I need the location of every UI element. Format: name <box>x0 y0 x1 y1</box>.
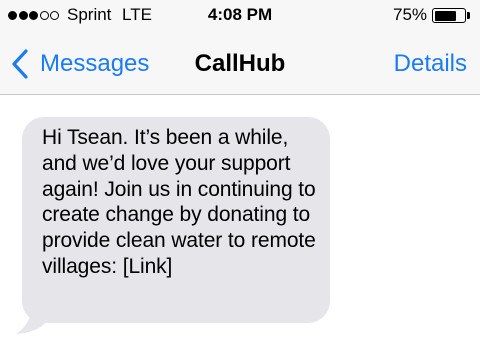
navigation-bar: Messages CallHub Details <box>0 32 480 95</box>
status-bar: Sprint LTE 4:08 PM 75% <box>0 0 480 32</box>
chevron-left-icon <box>12 49 28 79</box>
messages-screen: Sprint LTE 4:08 PM 75% Messages CallHub … <box>0 0 480 355</box>
incoming-message-bubble[interactable]: Hi Tsean. It’s been a while, and we’d lo… <box>22 117 330 323</box>
back-to-messages-button[interactable]: Messages <box>10 46 149 82</box>
battery-icon <box>432 8 466 23</box>
battery-terminal <box>467 12 470 19</box>
battery-level <box>434 10 456 21</box>
back-button-label: Messages <box>40 50 150 77</box>
message-thread: Hi Tsean. It’s been a while, and we’d lo… <box>0 96 480 355</box>
battery-percentage: 75% <box>393 5 428 24</box>
details-button[interactable]: Details <box>394 50 467 78</box>
